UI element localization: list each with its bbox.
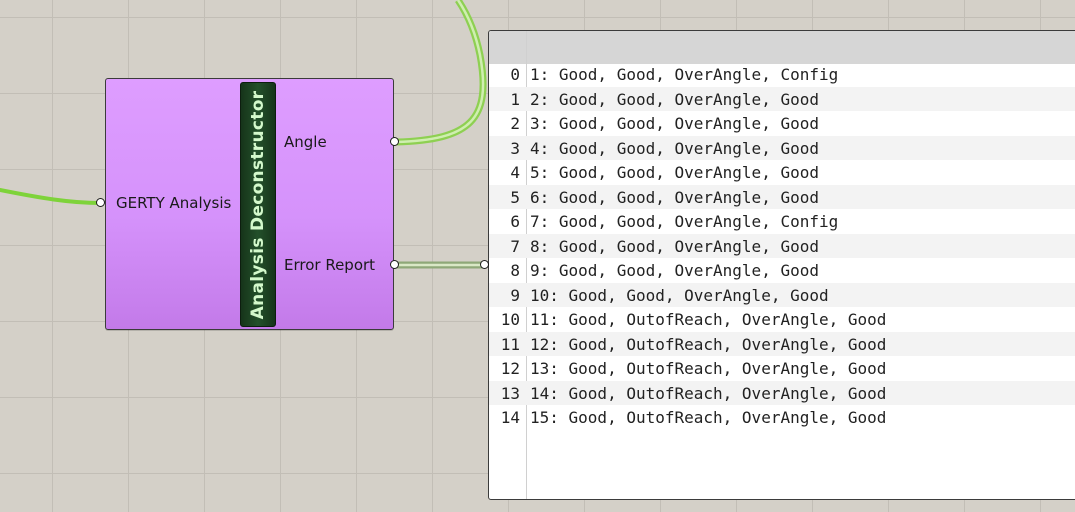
row-text: 12: Good, OutofReach, OverAngle, Good xyxy=(530,334,887,354)
row-index: 14 xyxy=(500,408,520,427)
row-index: 7 xyxy=(510,236,520,256)
analysis-deconstructor-component[interactable]: GERTY Analysis Analysis Deconstructor An… xyxy=(105,78,394,330)
row-text: 11: Good, OutofReach, OverAngle, Good xyxy=(530,310,887,329)
row-index: 13 xyxy=(500,383,520,403)
panel-row: 4 5: Good, Good, OverAngle, Good xyxy=(489,160,1075,185)
panel-row: 3 4: Good, Good, OverAngle, Good xyxy=(489,135,1075,160)
panel-row: 12 13: Good, OutofReach, OverAngle, Good xyxy=(489,356,1075,381)
component-title-bar[interactable]: Analysis Deconstructor xyxy=(240,82,276,327)
panel-row: 2 3: Good, Good, OverAngle, Good xyxy=(489,111,1075,136)
panel-row: 8 9: Good, Good, OverAngle, Good xyxy=(489,258,1075,283)
output-label-angle[interactable]: Angle xyxy=(284,133,327,151)
row-index: 5 xyxy=(510,187,520,207)
row-text: 14: Good, OutofReach, OverAngle, Good xyxy=(530,383,887,403)
panel[interactable]: 0 1: Good, Good, OverAngle, Config 1 2: Go… xyxy=(488,30,1075,500)
panel-input-port[interactable] xyxy=(480,260,489,269)
output-label-error-report[interactable]: Error Report xyxy=(284,256,375,274)
row-text: 13: Good, OutofReach, OverAngle, Good xyxy=(530,359,887,378)
panel-rows: 0 1: Good, Good, OverAngle, Config 1 2: Go… xyxy=(489,62,1075,430)
row-index: 4 xyxy=(510,163,520,182)
panel-row: 1 2: Good, Good, OverAngle, Good xyxy=(489,86,1075,111)
row-text: 1: Good, Good, OverAngle, Config xyxy=(530,65,839,84)
row-text: 7: Good, Good, OverAngle, Config xyxy=(530,212,839,231)
panel-row: 0 1: Good, Good, OverAngle, Config xyxy=(489,62,1075,87)
row-text: 5: Good, Good, OverAngle, Good xyxy=(530,163,819,182)
row-text: 9: Good, Good, OverAngle, Good xyxy=(530,261,819,280)
row-index: 3 xyxy=(510,138,520,158)
row-index: 9 xyxy=(510,285,520,305)
row-text: 8: Good, Good, OverAngle, Good xyxy=(530,236,819,256)
input-label-gerty-analysis[interactable]: GERTY Analysis xyxy=(116,194,231,212)
panel-row: 10 11: Good, OutofReach, OverAngle, Good xyxy=(489,307,1075,332)
row-index: 10 xyxy=(500,310,520,329)
row-index: 12 xyxy=(500,359,520,378)
row-index: 8 xyxy=(510,261,520,280)
row-index: 11 xyxy=(500,334,520,354)
panel-row: 13 14: Good, OutofReach, OverAngle, Good xyxy=(489,380,1075,405)
row-text: 4: Good, Good, OverAngle, Good xyxy=(530,138,819,158)
panel-row: 14 15: Good, OutofReach, OverAngle, Good xyxy=(489,405,1075,430)
panel-row: 9 10: Good, Good, OverAngle, Good xyxy=(489,282,1075,307)
panel-header[interactable] xyxy=(489,31,1075,64)
panel-row: 5 6: Good, Good, OverAngle, Good xyxy=(489,184,1075,209)
row-text: 15: Good, OutofReach, OverAngle, Good xyxy=(530,408,887,427)
input-port[interactable] xyxy=(96,198,105,207)
panel-row: 11 12: Good, OutofReach, OverAngle, Good xyxy=(489,331,1075,356)
panel-row: 7 8: Good, Good, OverAngle, Good xyxy=(489,233,1075,258)
row-text: 2: Good, Good, OverAngle, Good xyxy=(530,89,819,109)
row-index: 0 xyxy=(510,65,520,84)
component-title: Analysis Deconstructor xyxy=(248,90,268,319)
panel-row: 6 7: Good, Good, OverAngle, Config xyxy=(489,209,1075,234)
input-wire[interactable] xyxy=(0,188,102,205)
row-index: 6 xyxy=(510,212,520,231)
row-index: 2 xyxy=(510,114,520,133)
row-text: 3: Good, Good, OverAngle, Good xyxy=(530,114,819,133)
angle-output-port[interactable] xyxy=(390,137,399,146)
row-index: 1 xyxy=(510,89,520,109)
row-text: 10: Good, Good, OverAngle, Good xyxy=(530,285,829,305)
row-text: 6: Good, Good, OverAngle, Good xyxy=(530,187,819,207)
error-report-output-port[interactable] xyxy=(390,260,399,269)
